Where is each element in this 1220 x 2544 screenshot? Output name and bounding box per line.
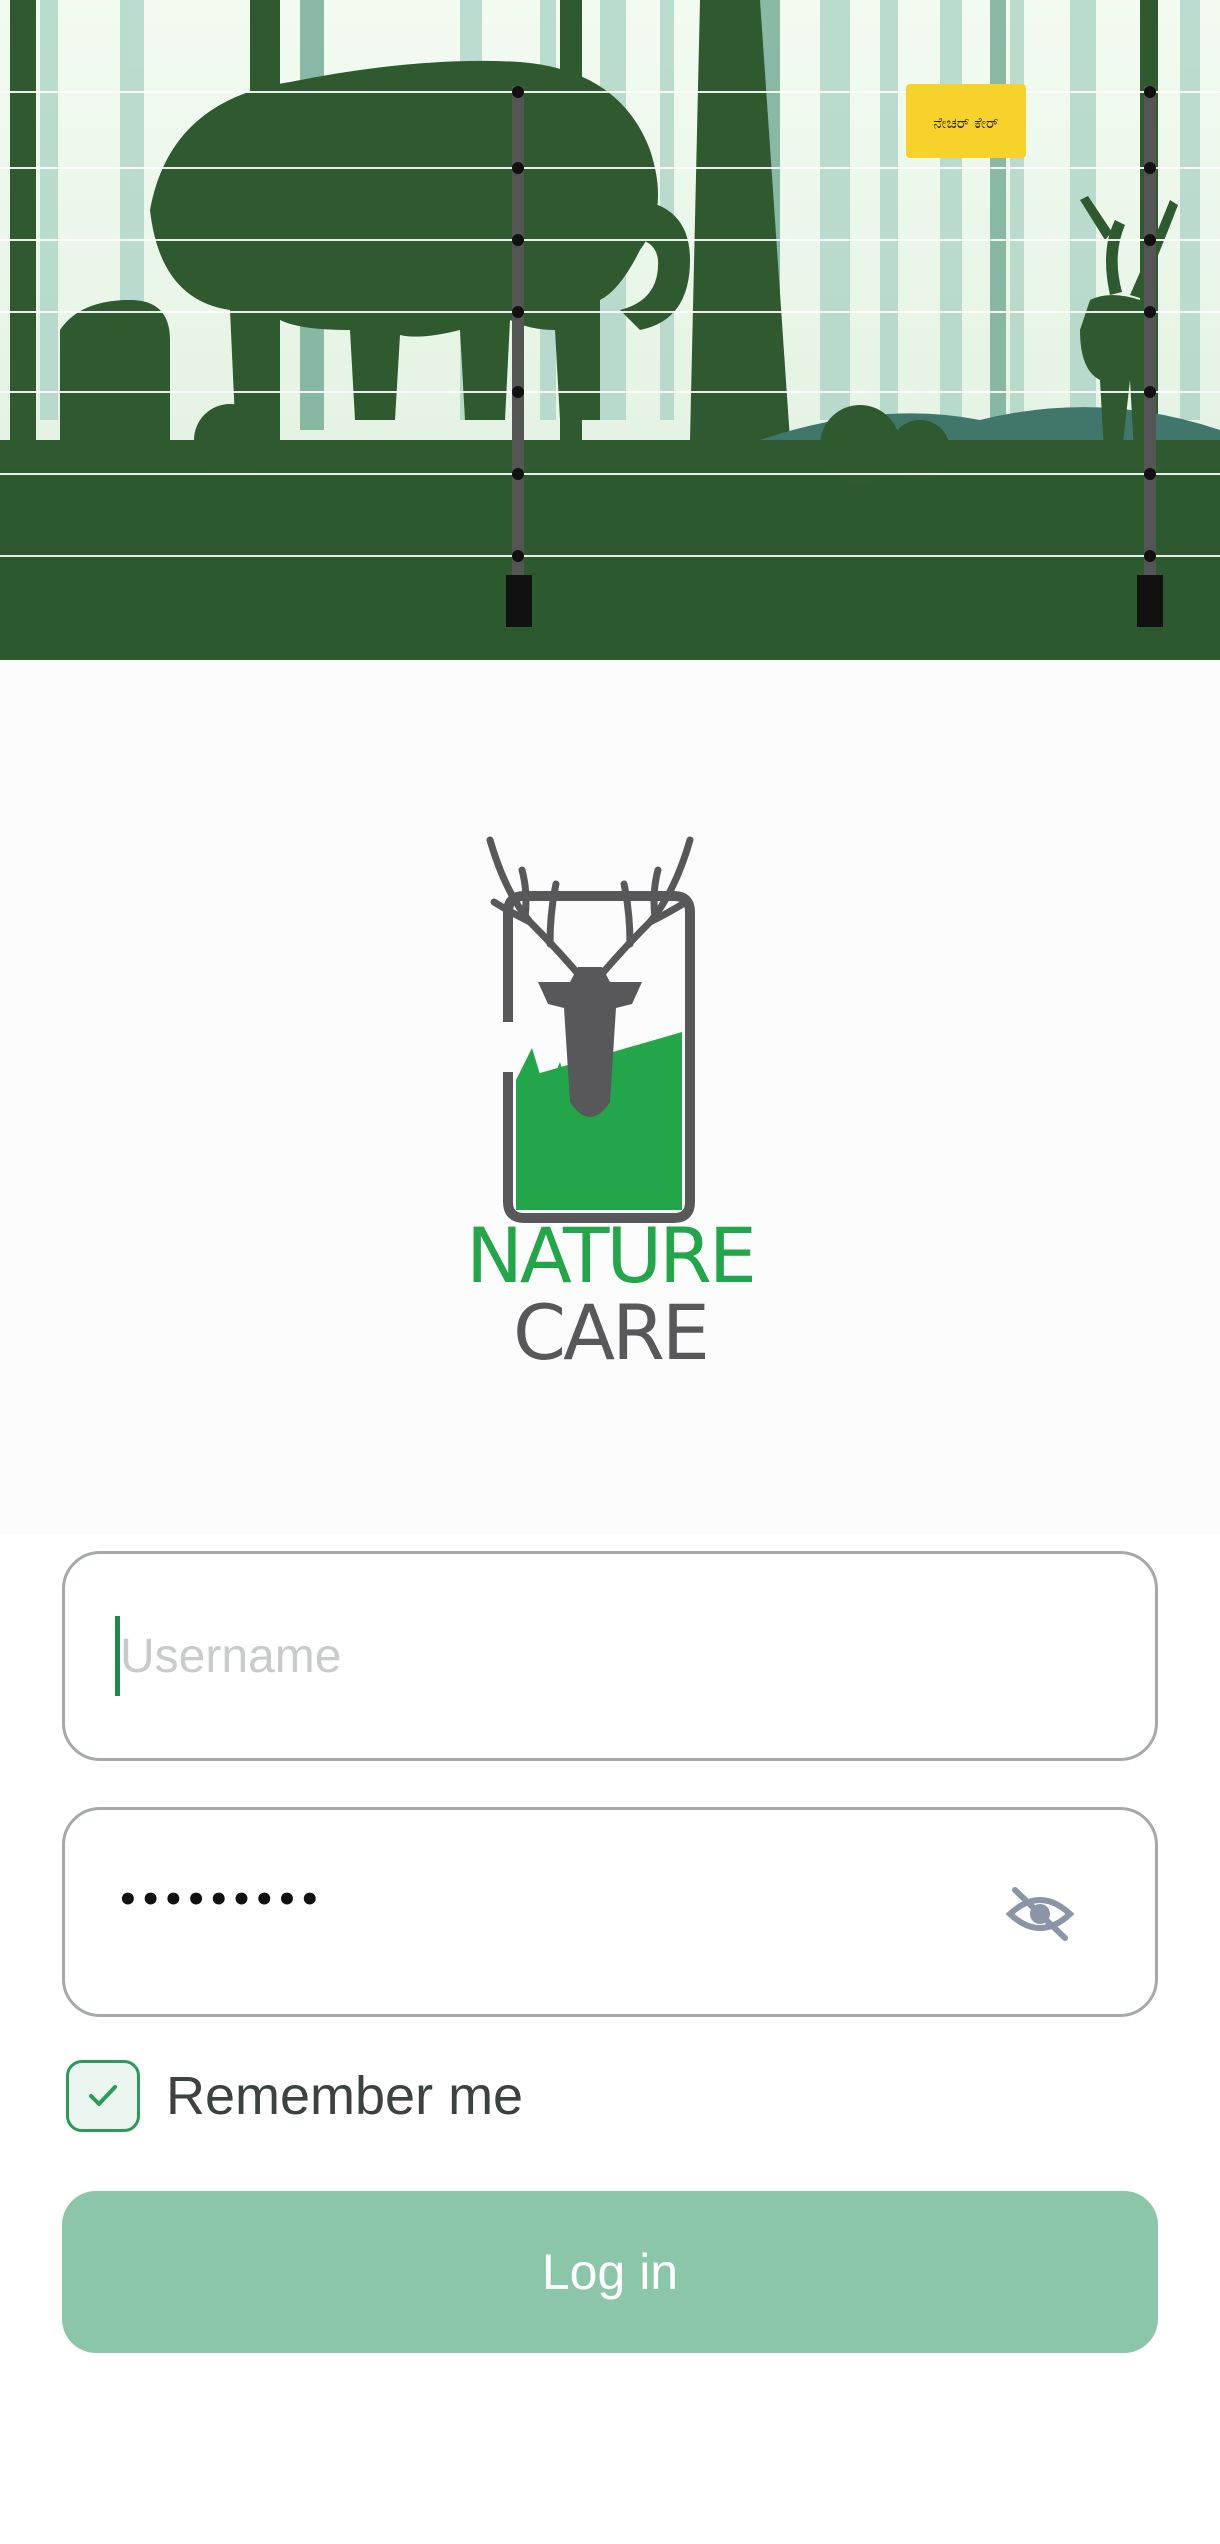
- login-button[interactable]: Log in: [62, 2191, 1158, 2353]
- username-field[interactable]: [62, 1551, 1158, 1761]
- warning-sign-text: ನೇಚರ್ ಕೇರ್: [933, 114, 999, 132]
- remember-me-label: Remember me: [166, 2066, 524, 2126]
- forest-illustration: ನೇಚರ್ ಕೇರ್: [0, 0, 1220, 660]
- brand-name-care: CARE: [513, 1288, 710, 1377]
- password-input[interactable]: •••••••••: [117, 1880, 322, 1920]
- remember-me-checkbox[interactable]: [66, 2060, 140, 2132]
- deer-logo-icon: [486, 836, 695, 1223]
- brand-name-nature: NATURE: [466, 1211, 757, 1300]
- hero-banner: ನೇಚರ್ ಕೇರ್: [0, 0, 1220, 660]
- checkmark-icon: [89, 2085, 117, 2106]
- username-input[interactable]: [120, 1614, 970, 1698]
- password-field[interactable]: •••••••••: [62, 1807, 1158, 2017]
- eye-off-icon[interactable]: [1005, 1884, 1075, 1944]
- logo-area: NATURE CARE: [0, 660, 1220, 1535]
- remember-me-toggle[interactable]: Remember me: [66, 2060, 523, 2132]
